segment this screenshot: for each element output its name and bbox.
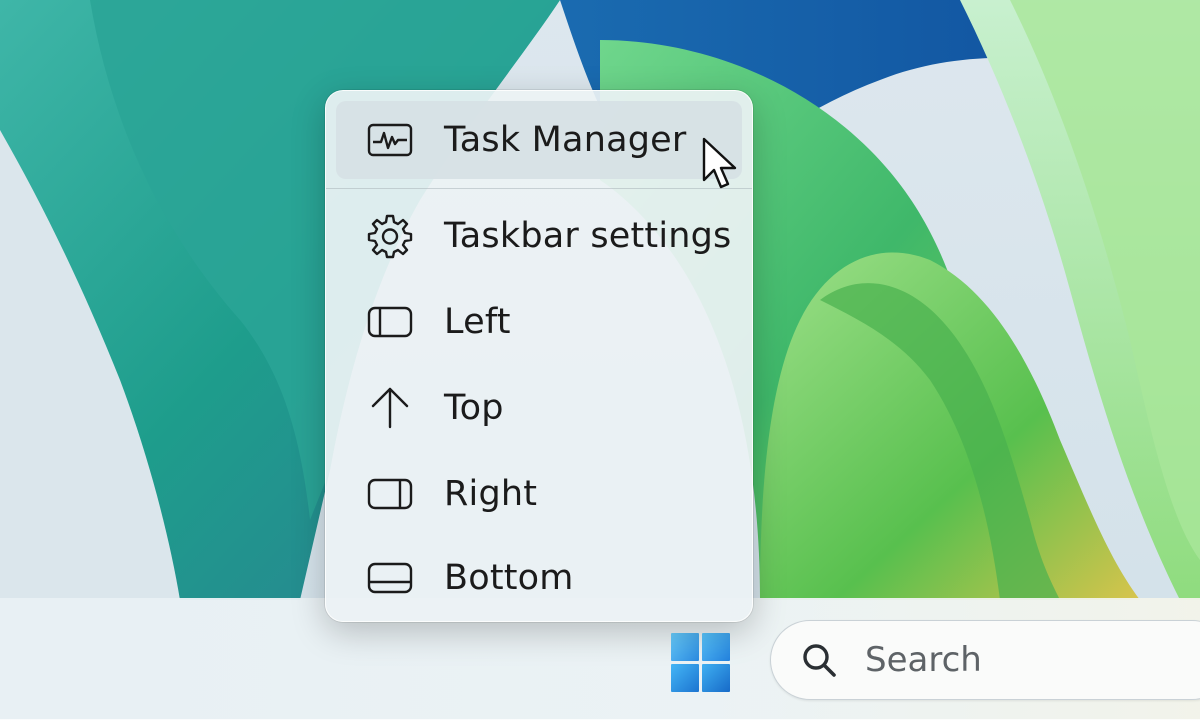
menu-item-label: Left xyxy=(444,302,511,342)
taskbar-search-box[interactable]: Search xyxy=(770,620,1200,700)
menu-item-label: Task Manager xyxy=(444,120,687,160)
activity-monitor-icon xyxy=(364,114,416,166)
menu-item-bottom[interactable]: Bottom xyxy=(336,539,742,617)
arrow-up-icon xyxy=(364,382,416,434)
dock-left-icon xyxy=(364,296,416,348)
menu-item-top[interactable]: Top xyxy=(336,369,742,447)
menu-item-left[interactable]: Left xyxy=(336,283,742,361)
taskbar-context-menu: Task Manager Taskbar settings Left Top R… xyxy=(325,90,753,622)
menu-item-task-manager[interactable]: Task Manager xyxy=(336,101,742,179)
menu-separator xyxy=(326,188,752,189)
dock-bottom-icon xyxy=(364,552,416,604)
menu-item-label: Taskbar settings xyxy=(444,216,732,256)
windows-logo-icon xyxy=(670,632,730,692)
menu-item-label: Bottom xyxy=(444,558,574,598)
menu-item-right[interactable]: Right xyxy=(336,455,742,533)
menu-item-label: Top xyxy=(444,388,504,428)
menu-item-label: Right xyxy=(444,474,538,514)
menu-item-taskbar-settings[interactable]: Taskbar settings xyxy=(336,197,742,275)
dock-right-icon xyxy=(364,468,416,520)
gear-icon xyxy=(364,210,416,262)
start-button[interactable] xyxy=(668,632,732,692)
search-icon xyxy=(803,644,836,677)
search-placeholder: Search xyxy=(865,640,982,680)
